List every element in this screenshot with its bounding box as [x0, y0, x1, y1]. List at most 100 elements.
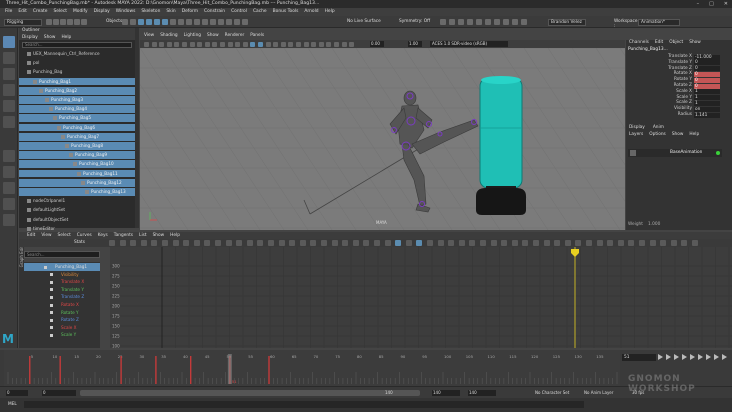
menu-cache[interactable]: Cache: [253, 8, 267, 16]
outliner-row[interactable]: Punching_Bag13: [19, 188, 135, 196]
outliner-row[interactable]: defaultLightSet: [19, 206, 135, 214]
graph-menu-tangents[interactable]: Tangents: [114, 232, 133, 239]
script-language-label[interactable]: MEL: [8, 402, 17, 407]
graph-tool-icon[interactable]: [352, 240, 359, 246]
graph-tool-icon[interactable]: [310, 240, 317, 246]
status-tool-icon[interactable]: [226, 19, 232, 25]
graph-tool-icon[interactable]: [140, 240, 147, 246]
viewport-tool-icon[interactable]: [220, 41, 225, 47]
channel-value[interactable]: 1: [694, 100, 720, 106]
graph-curve-row[interactable]: Visibility: [24, 271, 100, 279]
graph-tool-icon[interactable]: [215, 240, 221, 246]
graph-tool-icon[interactable]: [692, 240, 698, 246]
menu-modify[interactable]: Modify: [73, 8, 88, 16]
graph-tool-icon[interactable]: [384, 240, 391, 246]
viewport-tool-icon[interactable]: [197, 41, 203, 47]
viewport-scene[interactable]: MAYA: [140, 48, 625, 230]
menu-create[interactable]: Create: [33, 8, 48, 16]
graph-tool-icon[interactable]: [533, 240, 539, 246]
status-tool-icon[interactable]: [242, 19, 248, 25]
outliner-row[interactable]: Punching_Bag: [19, 68, 135, 76]
user-dropdown[interactable]: Brandon Velez: [548, 18, 586, 26]
range-start-field[interactable]: 0: [42, 390, 76, 396]
graph-tool-icon[interactable]: [437, 240, 444, 246]
status-tool-icon[interactable]: [60, 19, 66, 25]
channel-value[interactable]: 1: [694, 95, 720, 101]
timeline-keyframe[interactable]: [120, 356, 122, 384]
four-view-icon[interactable]: [3, 166, 15, 178]
render-tool-icon[interactable]: [494, 19, 500, 25]
graph-menu-list[interactable]: List: [139, 232, 147, 239]
outliner-row[interactable]: Punching_Bag4: [19, 105, 135, 113]
viewport-tool-icon[interactable]: [341, 41, 347, 47]
outliner-menu-display[interactable]: Display: [22, 35, 38, 40]
mannequin-character[interactable]: [389, 90, 479, 213]
channel-value[interactable]: on: [694, 106, 720, 112]
viewport-tool-icon[interactable]: [288, 41, 294, 47]
outliner-search-input[interactable]: Search...: [22, 42, 132, 48]
viewport-tool-icon[interactable]: [334, 41, 339, 47]
menu-skeleton[interactable]: Skeleton: [141, 8, 160, 16]
status-tool-icon[interactable]: [146, 19, 152, 25]
graph-tool-icon[interactable]: [660, 240, 667, 246]
move-tool-icon[interactable]: [3, 84, 15, 96]
weight-value[interactable]: 1.000: [648, 222, 660, 227]
channel-value[interactable]: 1.141: [694, 112, 720, 118]
playback-control-icon[interactable]: [714, 354, 719, 360]
start-time-field[interactable]: 0: [6, 390, 28, 396]
layer-menu-show[interactable]: Show: [672, 132, 684, 137]
curve-visibility-icon[interactable]: [44, 265, 47, 269]
status-tool-icon[interactable]: [202, 19, 208, 25]
graph-menu-show[interactable]: Show: [153, 232, 165, 239]
graph-tool-icon[interactable]: [193, 240, 200, 246]
timeline-keyframe[interactable]: [29, 356, 31, 384]
anim-layer-row[interactable]: BaseAnimation: [628, 149, 722, 157]
status-tool-icon[interactable]: [178, 19, 184, 25]
graph-layout-icon[interactable]: [3, 214, 15, 226]
viewport-tool-icon[interactable]: [273, 41, 279, 47]
status-tool-icon[interactable]: [154, 19, 160, 25]
minimize-button[interactable]: –: [697, 0, 700, 8]
curve-visibility-icon[interactable]: [50, 333, 53, 337]
graph-tool-icon[interactable]: [172, 240, 179, 246]
graph-tool-icon[interactable]: [596, 240, 603, 246]
render-tool-icon[interactable]: [440, 19, 446, 25]
graph-tool-icon[interactable]: [278, 240, 285, 246]
graph-curve-row[interactable]: Translate X: [24, 278, 100, 286]
graph-tool-icon[interactable]: [236, 240, 243, 246]
graph-tool-icon[interactable]: [363, 240, 370, 246]
graph-current-time-marker[interactable]: [571, 249, 579, 257]
graph-tool-icon[interactable]: [109, 240, 115, 246]
graph-tool-icon[interactable]: [321, 240, 327, 246]
graph-tool-icon[interactable]: [162, 240, 168, 246]
status-tool-icon[interactable]: [46, 19, 52, 25]
outliner-layout-icon[interactable]: [3, 198, 15, 210]
graph-tool-icon[interactable]: [299, 240, 306, 246]
channel-value[interactable]: 0: [694, 66, 720, 72]
end-time-field[interactable]: 140: [468, 390, 496, 396]
playback-control-icon[interactable]: [698, 354, 703, 360]
maximize-button[interactable]: □: [709, 0, 714, 8]
viewport-tool-icon[interactable]: [174, 41, 180, 47]
status-tool-icon[interactable]: [170, 19, 176, 25]
graph-tool-icon[interactable]: [681, 240, 688, 246]
graph-curve-row[interactable]: Translate Z: [24, 293, 100, 301]
outliner-row[interactable]: Punching_Bag3: [19, 96, 135, 104]
outliner-row[interactable]: Punching_Bag2: [19, 86, 135, 95]
status-tool-icon[interactable]: [53, 19, 59, 25]
menu-bonus-tools[interactable]: Bonus Tools: [273, 8, 299, 16]
curve-visibility-icon[interactable]: [50, 288, 53, 292]
curve-visibility-icon[interactable]: [50, 273, 53, 277]
status-tool-icon[interactable]: [138, 19, 144, 25]
outliner-row[interactable]: Punching_Bag6: [19, 123, 135, 132]
layer-menu-options[interactable]: Options: [649, 132, 666, 137]
viewport-menu-show[interactable]: Show: [207, 32, 219, 40]
status-tool-icon[interactable]: [218, 19, 224, 25]
status-tool-icon[interactable]: [186, 19, 192, 25]
timeline-keyframe[interactable]: [155, 356, 157, 384]
graph-tool-icon[interactable]: [522, 240, 529, 246]
exposure-field[interactable]: 0.00: [370, 41, 384, 47]
colorspace-dropdown[interactable]: ACES 1.0 SDR-video (sRGB): [430, 41, 508, 47]
playback-control-icon[interactable]: [690, 354, 695, 360]
channel-value[interactable]: 0: [694, 60, 720, 66]
